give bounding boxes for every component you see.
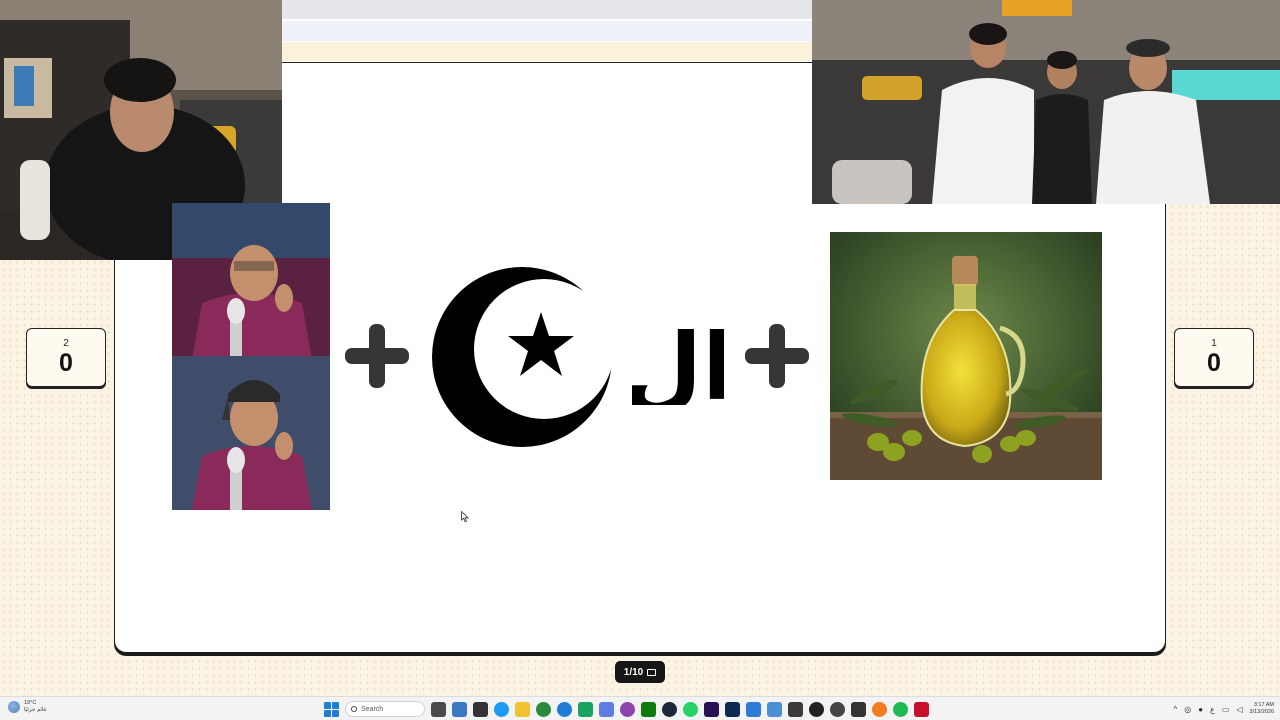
- file-explorer-icon[interactable]: [515, 701, 530, 717]
- chevron-up-icon[interactable]: ^: [1173, 705, 1177, 714]
- microphone-icon[interactable]: ●: [1198, 705, 1203, 714]
- app-icon[interactable]: [830, 701, 845, 717]
- clock-time: 3:17 AM: [1253, 702, 1274, 708]
- photoshop-icon[interactable]: [725, 701, 740, 717]
- mail-icon[interactable]: [746, 701, 761, 717]
- system-tray: ^ ◎ ● ع ▭ ◁ 3:17 AM 3/13/2026: [1173, 699, 1274, 719]
- search-placeholder: Search: [361, 705, 384, 713]
- windows-taskbar: 19°C غائم جزئيًا Search ^ ◎ ● ع ▭ ◁ 3:17…: [0, 696, 1280, 720]
- edge-icon[interactable]: [557, 701, 572, 717]
- plus-icon: [345, 324, 409, 388]
- image-icon: [647, 668, 657, 676]
- weather-temp: 19°C: [24, 700, 37, 706]
- score-box-team-1[interactable]: 1 0: [1174, 328, 1254, 387]
- page-indicator[interactable]: 1/10: [615, 661, 665, 683]
- chrome-icon[interactable]: [536, 701, 551, 717]
- terminal-icon[interactable]: [473, 701, 488, 717]
- task-view-icon[interactable]: [431, 701, 446, 717]
- plus-icon: [745, 324, 809, 388]
- app-icon[interactable]: [620, 701, 635, 717]
- host-photo: [172, 203, 330, 510]
- crescent-star-icon: [432, 267, 612, 447]
- search-icon: [351, 706, 357, 712]
- spotify-icon[interactable]: [893, 701, 908, 717]
- app-icon[interactable]: [767, 701, 782, 717]
- premiere-icon[interactable]: [704, 701, 719, 717]
- team-number: 2: [63, 338, 69, 349]
- app-icon[interactable]: [914, 701, 929, 717]
- weather-desc: غائم جزئيًا: [24, 707, 47, 713]
- taskbar-search[interactable]: Search: [345, 701, 425, 717]
- weather-widget[interactable]: 19°C غائم جزئيًا: [8, 700, 47, 714]
- weather-icon: [8, 701, 20, 713]
- clock-date: 3/13/2026: [1249, 709, 1274, 715]
- app-icon[interactable]: [599, 701, 614, 717]
- webcam-right: [812, 0, 1280, 204]
- arabic-al-text: ال: [632, 314, 724, 405]
- team-score: 0: [1207, 349, 1221, 377]
- monitor-icon[interactable]: ▭: [1222, 705, 1230, 714]
- app-icon[interactable]: [578, 701, 593, 717]
- svg-text:ال: ال: [632, 314, 724, 405]
- xbox-icon[interactable]: [641, 701, 656, 717]
- olive-oil-photo: [830, 232, 1102, 480]
- team-number: 1: [1211, 338, 1217, 349]
- obs-icon[interactable]: [809, 701, 824, 717]
- app-icon[interactable]: [788, 701, 803, 717]
- language-indicator[interactable]: ع: [1210, 705, 1215, 714]
- browser-window-strip: [282, 0, 812, 63]
- steam-icon[interactable]: [662, 701, 677, 717]
- page-indicator-label: 1/10: [623, 666, 644, 678]
- clock[interactable]: 3:17 AM 3/13/2026: [1250, 702, 1274, 716]
- volume-icon[interactable]: ◁: [1236, 705, 1242, 714]
- mouse-cursor-icon: [461, 511, 469, 523]
- network-icon[interactable]: ◎: [1184, 705, 1191, 714]
- start-button[interactable]: [324, 701, 339, 717]
- app-icon[interactable]: [851, 701, 866, 717]
- copilot-icon[interactable]: [494, 701, 509, 717]
- score-box-team-2[interactable]: 2 0: [26, 328, 106, 387]
- taskbar-apps: Search: [324, 699, 929, 719]
- app-icon[interactable]: [872, 701, 887, 717]
- whatsapp-icon[interactable]: [683, 701, 698, 717]
- widgets-icon[interactable]: [452, 701, 467, 717]
- team-score: 0: [59, 349, 73, 377]
